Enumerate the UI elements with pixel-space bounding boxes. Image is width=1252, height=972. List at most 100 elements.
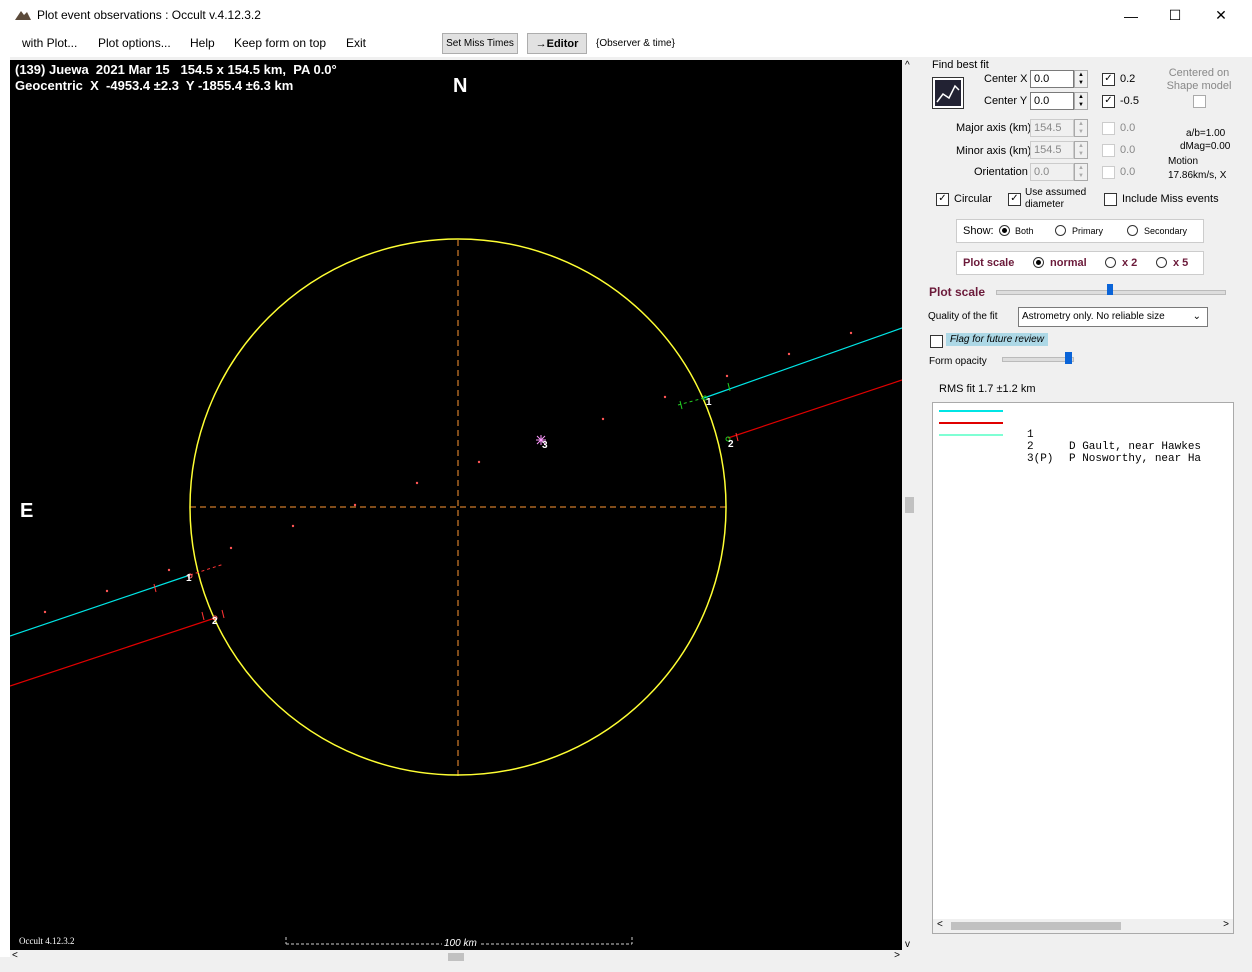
legend-text: D Gault, near Hawkes [1069, 441, 1202, 453]
menu-bar: with Plot... Plot options... Help Keep f… [0, 31, 1252, 57]
chord-label-2-left: 2 [212, 616, 218, 627]
plot-canvas[interactable]: (139) Juewa 2021 Mar 15 154.5 x 154.5 km… [10, 60, 902, 950]
legend-num: 2 [1027, 441, 1034, 453]
orientation-input[interactable]: 0.0 [1030, 163, 1074, 181]
center-x-input[interactable]: 0.0 [1030, 70, 1074, 88]
list-item[interactable]: 1 D Gault, near Hawkes [933, 405, 1233, 453]
dmag-value: dMag=0.00 [1180, 141, 1231, 152]
app-icon [15, 11, 31, 20]
slider-thumb[interactable] [1065, 352, 1072, 364]
orientation-check-value: 0.0 [1120, 166, 1136, 178]
menu-exit[interactable]: Exit [346, 36, 366, 50]
legend-swatch [939, 422, 1003, 424]
use-assumed-label: Use assumed diameter [1025, 187, 1087, 210]
major-axis-spinner[interactable]: ▲ ▼ [1074, 119, 1088, 137]
form-opacity-slider[interactable] [1002, 352, 1074, 366]
menu-with-plot[interactable]: with Plot... [22, 36, 77, 50]
minimize-button[interactable]: — [1108, 0, 1154, 31]
centered-on-checkbox[interactable] [1193, 95, 1206, 108]
chord-label-3: 3 [542, 440, 548, 451]
orientation-checkbox[interactable] [1102, 166, 1115, 179]
orientation-spinner[interactable]: ▲ ▼ [1074, 163, 1088, 181]
major-axis-checkbox[interactable] [1102, 122, 1115, 135]
menu-plot-options[interactable]: Plot options... [98, 36, 171, 50]
scroll-thumb[interactable] [951, 922, 1121, 930]
plot-header: (139) Juewa 2021 Mar 15 154.5 x 154.5 km… [15, 62, 337, 94]
tick [201, 611, 205, 621]
minor-axis-label: Minor axis (km) [956, 145, 1032, 157]
close-button[interactable]: ✕ [1198, 0, 1244, 31]
center-x-label: Center X [984, 73, 1028, 85]
flag-review-checkbox[interactable] [930, 335, 943, 348]
minor-axis-spinner[interactable]: ▲ ▼ [1074, 141, 1088, 159]
minor-axis-checkbox[interactable] [1102, 144, 1115, 157]
show-both-radio[interactable] [999, 225, 1010, 236]
show-secondary-radio[interactable] [1127, 225, 1138, 236]
chord-1-line-left [10, 574, 191, 637]
plot-scale-slider[interactable] [996, 284, 1226, 300]
scroll-right-icon[interactable]: > [894, 950, 900, 961]
major-axis-input[interactable]: 154.5 [1030, 119, 1074, 137]
scale-normal-radio[interactable] [1033, 257, 1044, 268]
chord-1-line-right [703, 327, 902, 399]
legend-text: P Nosworthy, near Ha [1069, 453, 1202, 465]
observer-time-label: {Observer & time} [596, 38, 675, 49]
circular-checkbox[interactable]: ✓ [936, 193, 949, 206]
show-primary-radio[interactable] [1055, 225, 1066, 236]
find-best-fit-button[interactable] [932, 77, 964, 109]
legend-hscroll[interactable]: < > [933, 919, 1233, 933]
tick [679, 400, 683, 410]
slider-thumb[interactable] [1107, 284, 1113, 295]
center-x-checkbox[interactable]: ✓ [1102, 73, 1115, 86]
scroll-down-icon[interactable]: v [905, 939, 910, 950]
form-opacity-label: Form opacity [929, 356, 987, 367]
legend-num: 3(P) [1027, 453, 1054, 465]
include-miss-checkbox[interactable] [1104, 193, 1117, 206]
scroll-up-icon[interactable]: ^ [905, 60, 910, 71]
scroll-left-icon[interactable]: < [937, 919, 943, 930]
rms-fit-label: RMS fit 1.7 ±1.2 km [939, 383, 1036, 395]
plot-header-line1: (139) Juewa 2021 Mar 15 154.5 x 154.5 km… [15, 62, 337, 77]
scroll-thumb[interactable] [448, 953, 464, 961]
scale-x5-radio[interactable] [1156, 257, 1167, 268]
maximize-button[interactable]: ☐ [1152, 0, 1198, 31]
legend-swatch [939, 410, 1003, 412]
chord-1-error-left [189, 563, 225, 576]
left-edge [0, 57, 10, 957]
scroll-right-icon[interactable]: > [1223, 919, 1229, 930]
center-y-spinner[interactable]: ▲ ▼ [1074, 92, 1088, 110]
version-label: Occult 4.12.3.2 [19, 936, 75, 946]
chord-label-2-right: 2 [728, 439, 734, 450]
chord-2-line-right [727, 379, 902, 439]
center-y-checkbox[interactable]: ✓ [1102, 95, 1115, 108]
minor-axis-input[interactable]: 154.5 [1030, 141, 1074, 159]
chord-label-1-left: 1 [186, 573, 192, 584]
plot-scale-slider-label: Plot scale [929, 285, 986, 299]
legend-swatch [939, 434, 1003, 436]
menu-help[interactable]: Help [190, 36, 215, 50]
plot-scale-group: Plot scale normal x 2 x 5 [956, 251, 1204, 275]
center-y-input[interactable]: 0.0 [1030, 92, 1074, 110]
horizontal-scrollbar[interactable]: < > [10, 950, 902, 964]
vertical-scrollbar[interactable]: ^ v [902, 60, 918, 950]
find-best-fit-label: Find best fit [932, 59, 989, 71]
menu-keep-on-top[interactable]: Keep form on top [234, 36, 326, 50]
scroll-thumb[interactable] [905, 497, 914, 513]
list-item[interactable]: 3(P) [933, 429, 1233, 465]
circular-label: Circular [954, 193, 992, 205]
list-item[interactable]: 2 P Nosworthy, near Ha [933, 417, 1233, 465]
scale-x5-label: x 5 [1173, 257, 1189, 269]
north-label: N [453, 75, 468, 97]
editor-button[interactable]: →Editor [527, 33, 587, 54]
path-dots [43, 331, 853, 614]
quality-select[interactable]: Astrometry only. No reliable size ⌄ [1018, 307, 1208, 327]
scale-x2-radio[interactable] [1105, 257, 1116, 268]
show-label: Show: [963, 225, 994, 237]
scale-label: 100 km [442, 938, 479, 949]
set-miss-times-button[interactable]: Set Miss Times [442, 33, 518, 54]
observer-legend-list[interactable]: 1 D Gault, near Hawkes 2 P Nosworthy, ne… [932, 402, 1234, 934]
show-both-label: Both [1015, 226, 1034, 236]
center-x-spinner[interactable]: ▲ ▼ [1074, 70, 1088, 88]
scroll-left-icon[interactable]: < [12, 950, 18, 961]
use-assumed-checkbox[interactable]: ✓ [1008, 193, 1021, 206]
